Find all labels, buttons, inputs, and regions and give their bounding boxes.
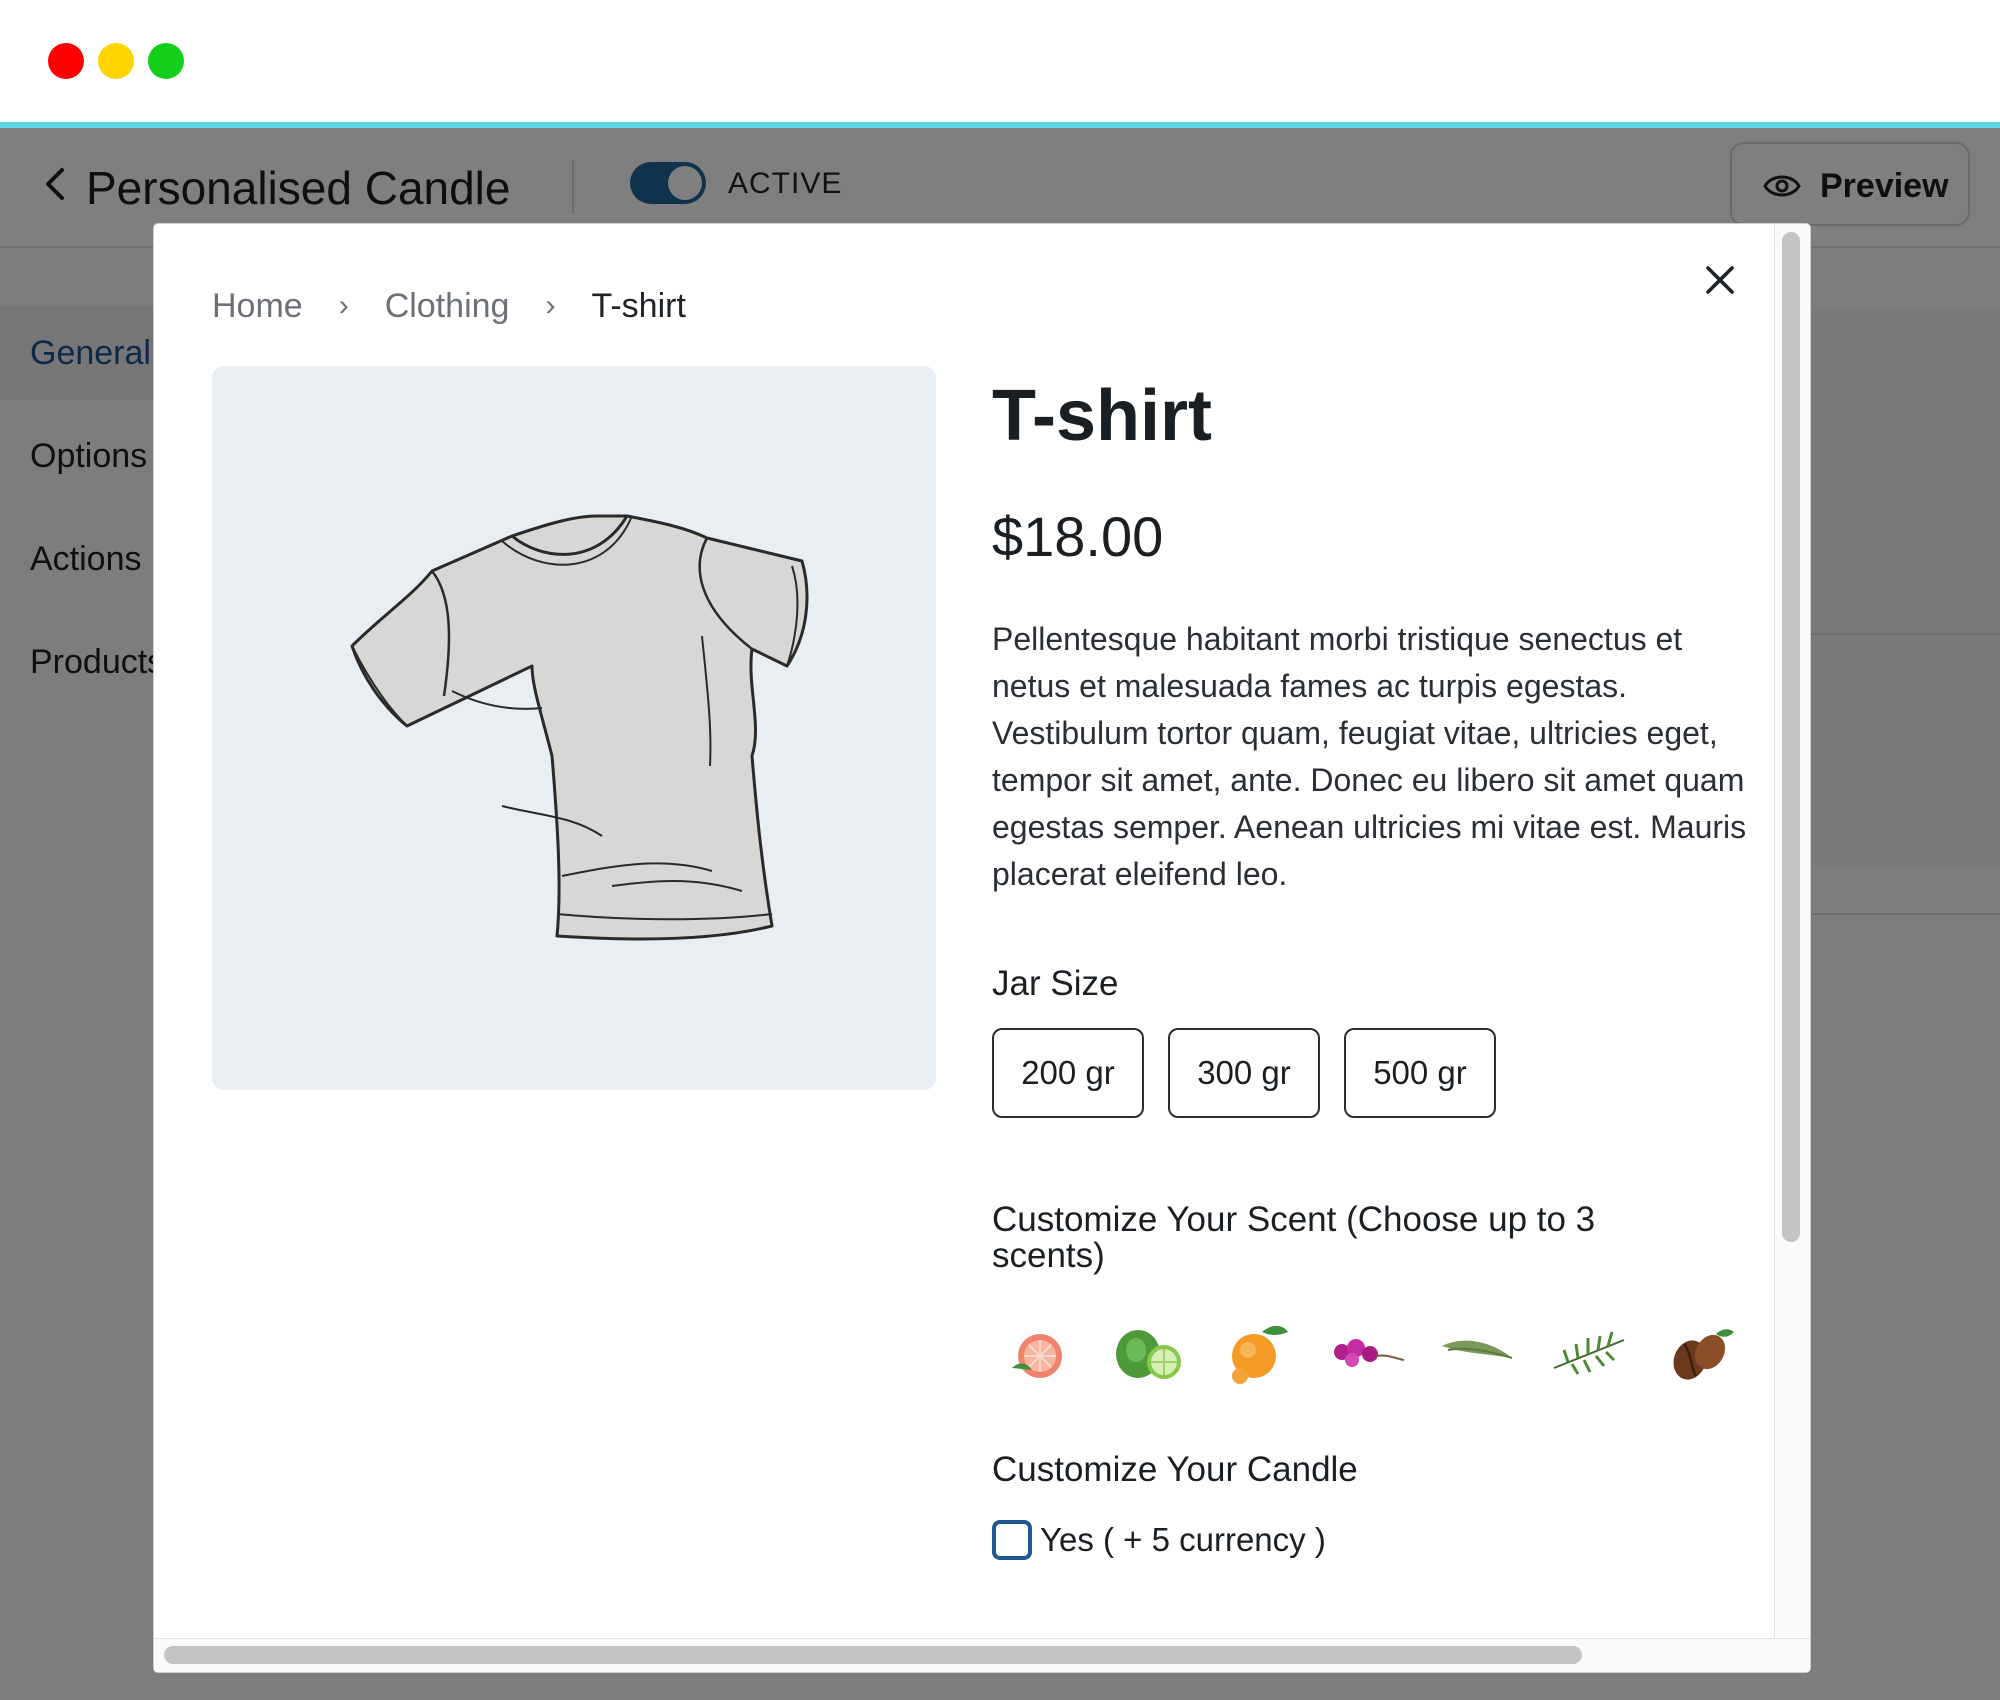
preview-button[interactable]: Preview: [1730, 142, 1970, 226]
bamboo-leaf-icon[interactable]: [1438, 1310, 1518, 1390]
active-toggle[interactable]: [630, 162, 706, 204]
minimize-window-button[interactable]: [98, 43, 134, 79]
breadcrumb-clothing[interactable]: Clothing: [385, 286, 510, 326]
breadcrumb: Home › Clothing › T-shirt: [212, 286, 686, 326]
breadcrumb-current: T-shirt: [591, 287, 686, 325]
bergamot-lime-icon[interactable]: [1106, 1310, 1186, 1390]
sidebar-item-options[interactable]: Options: [30, 436, 147, 476]
product-description: Pellentesque habitant morbi tristique se…: [992, 621, 1747, 892]
background-card: [1810, 306, 2000, 866]
jar-size-option-500[interactable]: 500 gr: [1344, 1028, 1496, 1118]
window-titlebar: [0, 0, 2000, 122]
customize-candle-label: Customize Your Candle: [992, 1450, 1358, 1489]
preview-label: Preview: [1820, 167, 1949, 205]
jar-size-option-300[interactable]: 300 gr: [1168, 1028, 1320, 1118]
product-price: $18.00: [992, 505, 1164, 568]
chevron-right-icon: ›: [338, 289, 349, 322]
chevron-right-icon: ›: [545, 289, 556, 322]
scent-options: [992, 1310, 1752, 1390]
horizontal-scrollbar[interactable]: [164, 1646, 1582, 1664]
customize-checkbox-label[interactable]: Yes ( + 5 currency ): [1040, 1520, 1326, 1560]
product-title: T-shirt: [992, 376, 1213, 456]
divider: [1810, 633, 2000, 635]
eye-icon: [1763, 175, 1801, 197]
page-title: Personalised Candle: [86, 162, 511, 214]
jar-size-label: Jar Size: [992, 964, 1119, 1003]
toggle-knob: [668, 166, 702, 200]
jar-size-option-200[interactable]: 200 gr: [992, 1028, 1144, 1118]
status-label: ACTIVE: [728, 167, 843, 200]
product-image: [212, 366, 936, 1090]
product-preview-modal: Home › Clothing › T-shirt T-shirt $18.00…: [154, 224, 1810, 1672]
scent-label: Customize Your Scent (Choose up to 3 sce…: [992, 1200, 1596, 1275]
sidebar-item-general[interactable]: General: [30, 333, 151, 373]
close-icon[interactable]: [1700, 260, 1740, 300]
mandarin-icon[interactable]: [1218, 1310, 1298, 1390]
close-window-button[interactable]: [48, 43, 84, 79]
maximize-window-button[interactable]: [148, 43, 184, 79]
grapefruit-icon[interactable]: [998, 1310, 1078, 1390]
tshirt-illustration: [350, 514, 809, 941]
sidebar-item-actions[interactable]: Actions: [30, 539, 142, 579]
jar-size-options: 200 gr 300 gr 500 gr: [992, 1028, 1496, 1118]
chevron-left-icon[interactable]: [38, 158, 74, 210]
vertical-scrollbar[interactable]: [1782, 232, 1800, 1242]
divider: [572, 160, 574, 214]
sidebar-item-products[interactable]: Products: [30, 642, 164, 682]
customize-checkbox[interactable]: [992, 1520, 1032, 1560]
coffee-bean-icon[interactable]: [1656, 1310, 1736, 1390]
breadcrumb-home[interactable]: Home: [212, 286, 303, 326]
divider: [1810, 913, 2000, 915]
orchid-icon[interactable]: [1326, 1310, 1406, 1390]
customize-option: Yes ( + 5 currency ): [992, 1520, 1326, 1560]
rosemary-icon[interactable]: [1548, 1310, 1628, 1390]
